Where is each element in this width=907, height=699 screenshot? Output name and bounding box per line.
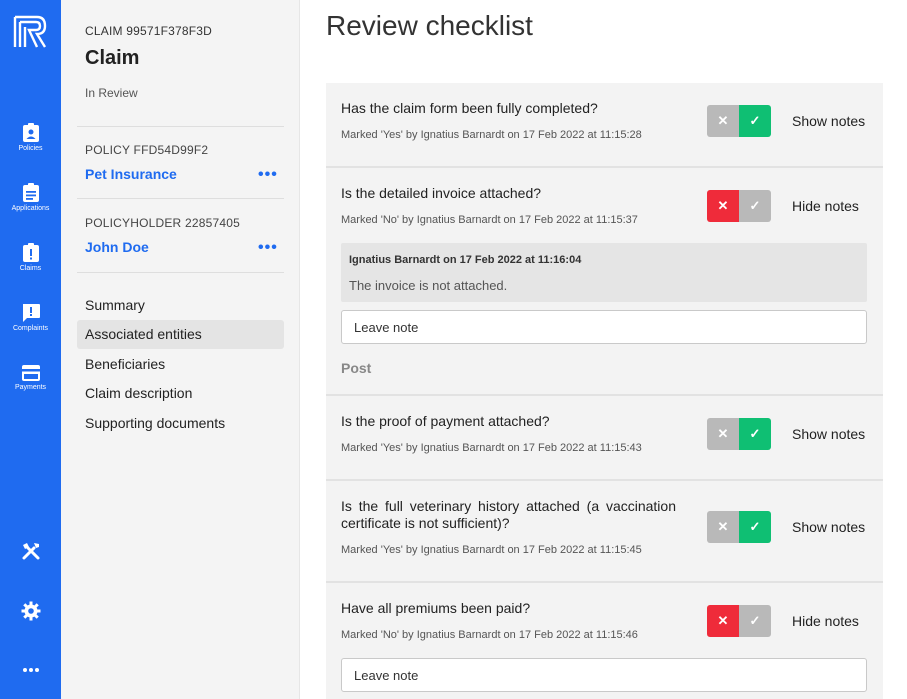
divider xyxy=(77,272,284,273)
menu-summary[interactable]: Summary xyxy=(77,291,284,320)
yes-button[interactable]: ✓ xyxy=(739,105,771,137)
divider xyxy=(77,198,284,199)
nav-label: Complaints xyxy=(12,325,48,332)
note-entry: Ignatius Barnardt on 17 Feb 2022 at 11:1… xyxy=(341,243,867,302)
yes-button[interactable]: ✓ xyxy=(739,190,771,222)
checklist-question: Have all premiums been paid? xyxy=(341,600,531,616)
hide-notes-button[interactable]: Hide notes xyxy=(792,198,859,214)
checklist-item: Have all premiums been paid? Marked 'No'… xyxy=(326,583,883,699)
claim-id: CLAIM 99571F378F3D xyxy=(85,24,212,38)
leave-note-input[interactable] xyxy=(341,310,867,344)
nav-claims[interactable]: Claims xyxy=(0,243,61,272)
note-text: The invoice is not attached. xyxy=(349,278,508,293)
credit-card-icon xyxy=(21,365,40,381)
no-button[interactable]: ✕ xyxy=(707,605,739,637)
policy-label: POLICY FFD54D99F2 xyxy=(85,143,209,157)
divider xyxy=(77,126,284,127)
policy-more-button[interactable]: ••• xyxy=(258,166,278,184)
chat-alert-icon xyxy=(22,304,40,322)
yes-no-toggle: ✕ ✓ xyxy=(707,105,771,137)
tools-icon xyxy=(22,543,39,560)
no-button[interactable]: ✕ xyxy=(707,190,739,222)
page-heading: Review checklist xyxy=(326,10,533,41)
show-notes-button[interactable]: Show notes xyxy=(792,426,865,442)
note-author: Ignatius Barnardt on 17 Feb 2022 at 11:1… xyxy=(349,254,582,266)
checklist-question: Is the proof of payment attached? xyxy=(341,413,550,429)
page-title: Claim xyxy=(85,47,140,69)
checklist-question: Has the claim form been fully completed? xyxy=(341,100,598,116)
checklist-item: Is the proof of payment attached? Marked… xyxy=(326,396,883,481)
post-button[interactable]: Post xyxy=(341,360,371,376)
app-nav-rail: Policies Applications Claims Complaints xyxy=(0,0,61,699)
checklist-item: Has the claim form been fully completed?… xyxy=(326,83,883,168)
yes-no-toggle: ✕ ✓ xyxy=(707,605,771,637)
menu-associated-entities[interactable]: Associated entities xyxy=(77,320,284,349)
question-line: Is the full veterinary history attached … xyxy=(341,498,676,514)
show-notes-button[interactable]: Show notes xyxy=(792,519,865,535)
checklist-item: Is the full veterinary history attached … xyxy=(326,481,883,583)
more-horizontal-icon xyxy=(22,668,39,672)
nav-label: Payments xyxy=(14,384,47,391)
nav-applications[interactable]: Applications xyxy=(0,183,61,212)
leave-note-input[interactable] xyxy=(341,658,867,692)
policy-link[interactable]: Pet Insurance xyxy=(85,166,177,182)
show-notes-button[interactable]: Show notes xyxy=(792,113,865,129)
hide-notes-button[interactable]: Hide notes xyxy=(792,613,859,629)
policyholder-more-button[interactable]: ••• xyxy=(258,239,278,257)
clipboard-list-icon xyxy=(22,183,39,202)
claim-sidebar: CLAIM 99571F378F3D Claim In Review POLIC… xyxy=(61,0,300,699)
checklist-question: Is the detailed invoice attached? xyxy=(341,185,542,201)
yes-no-toggle: ✕ ✓ xyxy=(707,418,771,450)
policyholder-link[interactable]: John Doe xyxy=(85,239,149,255)
yes-button[interactable]: ✓ xyxy=(739,511,771,543)
more-button[interactable] xyxy=(0,663,61,677)
menu-claim-description[interactable]: Claim description xyxy=(77,379,284,408)
marked-by-text: Marked 'No' by Ignatius Barnardt on 17 F… xyxy=(341,214,638,226)
menu-beneficiaries[interactable]: Beneficiaries xyxy=(77,350,284,379)
no-button[interactable]: ✕ xyxy=(707,511,739,543)
tools-button[interactable] xyxy=(0,541,61,561)
nav-label: Applications xyxy=(11,205,50,212)
yes-button[interactable]: ✓ xyxy=(739,418,771,450)
main-content: Review checklist Has the claim form been… xyxy=(301,0,907,699)
menu-supporting-documents[interactable]: Supporting documents xyxy=(77,409,284,438)
gear-icon xyxy=(21,601,40,621)
status-badge: In Review xyxy=(85,86,138,100)
clipboard-person-icon xyxy=(22,123,39,142)
checklist-item: Is the detailed invoice attached? Marked… xyxy=(326,168,883,396)
app-logo[interactable] xyxy=(13,15,47,49)
marked-by-text: Marked 'Yes' by Ignatius Barnardt on 17 … xyxy=(341,129,642,141)
policyholder-label: POLICYHOLDER 22857405 xyxy=(85,216,240,230)
yes-no-toggle: ✕ ✓ xyxy=(707,511,771,543)
question-line: certificate is not sufficient)? xyxy=(341,515,510,531)
nav-label: Policies xyxy=(18,145,43,152)
checklist-question: Is the full veterinary history attached … xyxy=(341,498,676,532)
marked-by-text: Marked 'Yes' by Ignatius Barnardt on 17 … xyxy=(341,442,642,454)
settings-button[interactable] xyxy=(0,601,61,621)
nav-payments[interactable]: Payments xyxy=(0,364,61,391)
nav-complaints[interactable]: Complaints xyxy=(0,303,61,332)
yes-no-toggle: ✕ ✓ xyxy=(707,190,771,222)
no-button[interactable]: ✕ xyxy=(707,418,739,450)
nav-label: Claims xyxy=(19,265,42,272)
marked-by-text: Marked 'No' by Ignatius Barnardt on 17 F… xyxy=(341,629,638,641)
nav-policies[interactable]: Policies xyxy=(0,123,61,152)
no-button[interactable]: ✕ xyxy=(707,105,739,137)
yes-button[interactable]: ✓ xyxy=(739,605,771,637)
clipboard-alert-icon xyxy=(22,243,39,262)
marked-by-text: Marked 'Yes' by Ignatius Barnardt on 17 … xyxy=(341,544,642,556)
